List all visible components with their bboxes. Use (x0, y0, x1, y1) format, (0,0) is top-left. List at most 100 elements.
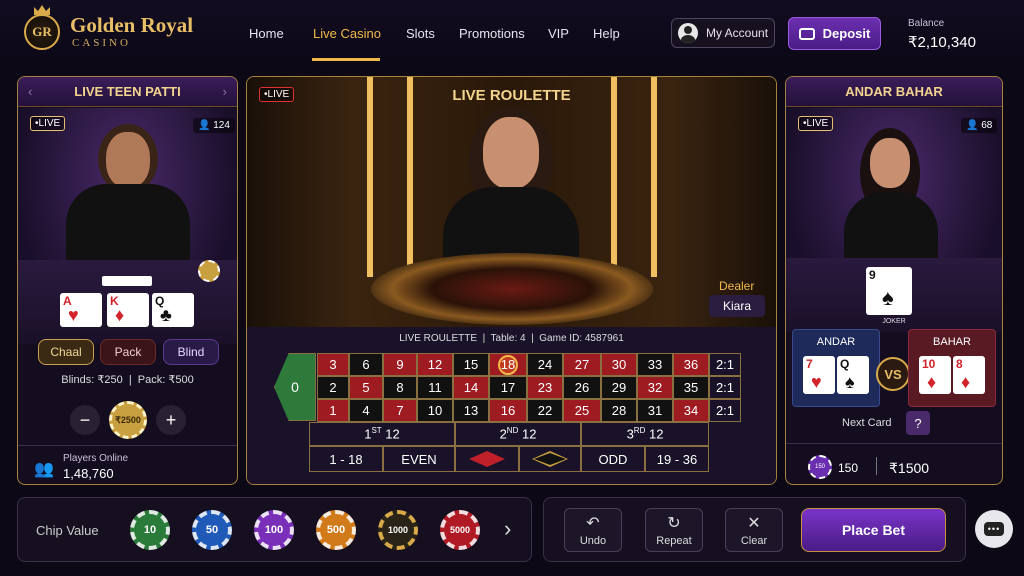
nav-live-casino[interactable]: Live Casino (313, 26, 381, 41)
increase-bet-button[interactable]: + (156, 405, 186, 435)
number-cell[interactable]: 4 (349, 399, 383, 422)
number-cell[interactable]: 12 (417, 353, 453, 376)
number-cell[interactable]: 22 (527, 399, 563, 422)
number-cell[interactable]: 17 (489, 376, 527, 399)
number-cell[interactable]: 1 (317, 399, 349, 422)
chip-100[interactable]: 100 (254, 510, 294, 550)
column-bet-cell[interactable]: 2:1 (709, 353, 741, 376)
undo-icon: ↶ (586, 515, 600, 532)
andar-bahar-player-count: 👤 68 (961, 118, 998, 133)
nav-help[interactable]: Help (593, 26, 620, 41)
nav-slots[interactable]: Slots (406, 26, 435, 41)
player-count-value: 124 (213, 120, 230, 131)
pack-button[interactable]: Pack (100, 339, 156, 365)
red-bet[interactable] (455, 446, 519, 472)
nav-home[interactable]: Home (249, 26, 284, 41)
number-cell[interactable]: 30 (601, 353, 637, 376)
number-cell[interactable]: 27 (563, 353, 601, 376)
bahar-card-2: 8 ♦ (953, 356, 985, 394)
high-bet[interactable]: 19 - 36 (645, 446, 709, 472)
number-cell[interactable]: 26 (563, 376, 601, 399)
andar-card-1: 7 ♥ (803, 356, 835, 394)
nav-vip[interactable]: VIP (548, 26, 569, 41)
number-cell[interactable]: 11 (417, 376, 453, 399)
number-cell[interactable]: 5 (349, 376, 383, 399)
chip-5000[interactable]: 5000 (440, 510, 480, 550)
black-bet[interactable] (519, 446, 581, 472)
second-dozen[interactable]: 2ND 12 (455, 422, 581, 446)
card-suit: ♦ (961, 372, 971, 392)
number-cell[interactable]: 31 (637, 399, 673, 422)
chip-500[interactable]: 500 (316, 510, 356, 550)
number-cell[interactable]: 18 (489, 353, 527, 376)
player-card-3: Q ♣ (152, 293, 194, 327)
andar-bahar-live-badge: •LIVE (798, 116, 834, 131)
chat-button[interactable]: ••• (975, 510, 1013, 548)
card-suit: ♥ (68, 305, 79, 325)
next-game-icon[interactable]: › (223, 84, 227, 99)
card-suit: ♠ (882, 285, 894, 310)
number-cell[interactable]: 33 (637, 353, 673, 376)
undo-label: Undo (579, 535, 607, 547)
bahar-box[interactable]: BAHAR 10 ♦ 8 ♦ (908, 329, 996, 407)
roulette-wheel (371, 253, 653, 325)
low-bet[interactable]: 1 - 18 (309, 446, 383, 472)
even-bet[interactable]: EVEN (383, 446, 455, 472)
odd-bet[interactable]: ODD (581, 446, 645, 472)
number-cell[interactable]: 28 (601, 399, 637, 422)
number-cell[interactable]: 34 (673, 399, 709, 422)
chip-500-label: 500 (323, 517, 349, 543)
logo-monogram[interactable]: GR (24, 14, 60, 50)
number-cell[interactable]: 29 (601, 376, 637, 399)
column-bet-cell[interactable]: 2:1 (709, 376, 741, 399)
chip-1000[interactable]: 1000 (378, 510, 418, 550)
number-cell[interactable]: 16 (489, 399, 527, 422)
number-cell[interactable]: 15 (453, 353, 489, 376)
chaal-button[interactable]: Chaal (38, 339, 94, 365)
number-cell[interactable]: 14 (453, 376, 489, 399)
balance-value: ₹2,10,340 (908, 34, 976, 51)
teen-patti-header: ‹ LIVE TEEN PATTI › (18, 77, 237, 107)
column-bet-cell[interactable]: 2:1 (709, 399, 741, 422)
bet-amount-chip[interactable]: ₹2500 (109, 401, 147, 439)
chip-10[interactable]: 10 (130, 510, 170, 550)
first-dozen[interactable]: 1ST 12 (309, 422, 455, 446)
deposit-button[interactable]: Deposit (788, 17, 881, 50)
number-cell[interactable]: 13 (453, 399, 489, 422)
number-cell[interactable]: 6 (349, 353, 383, 376)
number-cell[interactable]: 10 (417, 399, 453, 422)
number-cell[interactable]: 8 (383, 376, 417, 399)
card-rank: 8 (956, 357, 963, 371)
user-icon: 👤 (198, 120, 211, 131)
repeat-button[interactable]: ↻ Repeat (645, 508, 703, 552)
decrease-bet-button[interactable]: − (70, 405, 100, 435)
prev-game-icon[interactable]: ‹ (28, 84, 32, 99)
brand-name[interactable]: Golden Royal (70, 13, 193, 38)
blind-button[interactable]: Blind (163, 339, 219, 365)
dealer-name: Kiara (709, 295, 765, 317)
number-cell[interactable]: 35 (673, 376, 709, 399)
andar-box[interactable]: ANDAR 7 ♥ Q ♠ (792, 329, 880, 407)
place-bet-button[interactable]: Place Bet (801, 508, 946, 552)
second-dozen-label: 2ND 12 (499, 426, 537, 442)
number-cell[interactable]: 3 (317, 353, 349, 376)
chat-icon: ••• (984, 522, 1004, 536)
number-cell[interactable]: 36 (673, 353, 709, 376)
number-cell[interactable]: 25 (563, 399, 601, 422)
roulette-video[interactable] (247, 77, 776, 327)
third-dozen[interactable]: 3RD 12 (581, 422, 709, 446)
undo-button[interactable]: ↶ Undo (564, 508, 622, 552)
number-cell[interactable]: 23 (527, 376, 563, 399)
my-account-button[interactable]: My Account (671, 18, 775, 48)
chip-next-icon[interactable]: › (504, 516, 511, 542)
number-cell[interactable]: 32 (637, 376, 673, 399)
number-cell[interactable]: 24 (527, 353, 563, 376)
number-cell[interactable]: 7 (383, 399, 417, 422)
nav-promotions[interactable]: Promotions (459, 26, 525, 41)
chip-50[interactable]: 50 (192, 510, 232, 550)
next-card-value[interactable]: ? (906, 411, 930, 435)
divider (18, 445, 237, 446)
number-cell[interactable]: 2 (317, 376, 349, 399)
number-cell[interactable]: 9 (383, 353, 417, 376)
clear-button[interactable]: ✕ Clear (725, 508, 783, 552)
